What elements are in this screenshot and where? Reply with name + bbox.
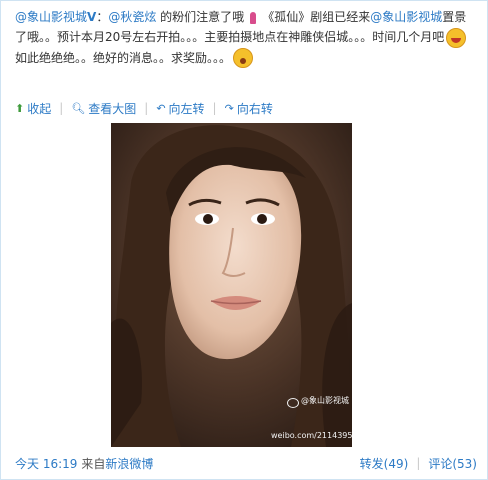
post-footer: 今天 16:19 来自 新浪微博 转发(49) | 评论(53): [15, 453, 477, 473]
toolbar-separator: |: [212, 101, 217, 115]
view-large-button[interactable]: 🔍︎ 查看大图: [71, 100, 136, 117]
rotate-left-icon: ↶: [156, 101, 166, 115]
magnifier-icon: 🔍︎: [71, 101, 86, 115]
post-photo[interactable]: @象山影视城 weibo.com/2114395464: [111, 123, 352, 447]
colon-text: ：: [96, 10, 109, 24]
surprised-face-emoji-icon: [233, 48, 254, 68]
post-text-segment-1: 的粉们注意了哦: [160, 10, 245, 24]
watermark-url: weibo.com/2114395464: [271, 431, 352, 440]
watermark-weibo-icon: [287, 398, 299, 408]
client-link[interactable]: 新浪微博: [105, 455, 153, 472]
watermark-handle: @象山影视城: [301, 396, 349, 405]
rotate-right-button[interactable]: ↷ 向右转: [225, 100, 273, 117]
post-text-segment-2: 《孤仙》剧组已经来: [262, 10, 371, 24]
post-time-link[interactable]: 今天 16:19: [15, 455, 77, 472]
up-arrow-icon: ⬆: [15, 101, 25, 115]
toolbar-separator: |: [59, 101, 64, 115]
collapse-label: 收起: [27, 101, 52, 116]
rotate-right-label: 向右转: [236, 101, 273, 116]
footer-separator: |: [416, 456, 421, 470]
source-label: 来自: [81, 456, 106, 471]
view-large-label: 查看大图: [88, 101, 137, 116]
repost-button[interactable]: 转发(49): [360, 455, 409, 472]
place-mention-link[interactable]: @象山影视城: [370, 10, 442, 24]
author-mention-link[interactable]: @象山影视城: [15, 10, 87, 24]
toolbar-separator: |: [144, 101, 149, 115]
image-toolbar: ⬆ 收起 | 🔍︎ 查看大图 | ↶ 向左转 | ↷ 向右转: [15, 99, 273, 117]
rotate-right-icon: ↷: [224, 101, 234, 115]
rotate-left-label: 向左转: [168, 101, 205, 116]
rotate-left-button[interactable]: ↶ 向左转: [156, 100, 204, 117]
post-text: @象山影视城V：@秋瓷炫 的粉们注意了哦 《孤仙》剧组已经来@象山影视城置景了哦。…: [15, 7, 477, 68]
comment-button[interactable]: 评论(53): [428, 455, 477, 472]
collapse-button[interactable]: ⬆ 收起: [15, 100, 51, 117]
crying-face-emoji-icon: [446, 27, 467, 48]
post-text-segment-4: 如此绝绝绝。。绝好的消息。。求奖励。。。: [15, 50, 232, 65]
post-actions: 转发(49) | 评论(53): [360, 455, 477, 472]
verified-v-icon: V: [87, 10, 97, 24]
pink-pin-icon: [250, 11, 257, 24]
weibo-post-card: @象山影视城V：@秋瓷炫 的粉们注意了哦 《孤仙》剧组已经来@象山影视城置景了哦。…: [0, 0, 488, 480]
user-mention-link[interactable]: @秋瓷炫: [108, 10, 156, 24]
